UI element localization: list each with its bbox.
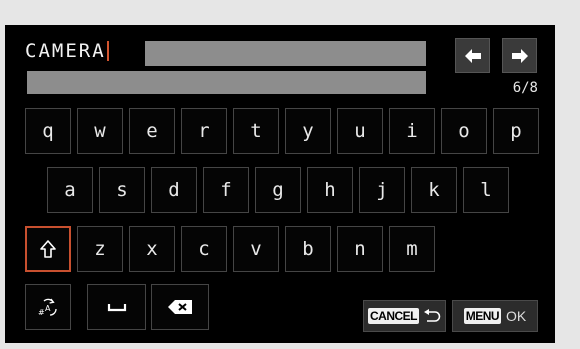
page-indicator: 6/8 xyxy=(512,80,538,96)
key-q[interactable]: q xyxy=(25,108,71,154)
key-z[interactable]: z xyxy=(77,226,123,272)
key-f[interactable]: f xyxy=(203,167,249,213)
key-w[interactable]: w xyxy=(77,108,123,154)
key-n[interactable]: n xyxy=(337,226,383,272)
arrow-left-icon xyxy=(464,48,481,63)
shift-key[interactable] xyxy=(25,226,71,272)
key-u[interactable]: u xyxy=(337,108,383,154)
svg-text:A: A xyxy=(45,304,51,313)
return-arrow-icon xyxy=(424,309,441,322)
key-d[interactable]: d xyxy=(151,167,197,213)
svg-text:#: # xyxy=(38,308,45,317)
backspace-key[interactable] xyxy=(151,284,209,330)
cursor-right-button[interactable] xyxy=(502,38,537,73)
key-c[interactable]: c xyxy=(181,226,227,272)
key-p[interactable]: p xyxy=(493,108,539,154)
text-field-bar-line1 xyxy=(145,41,426,66)
key-m[interactable]: m xyxy=(389,226,435,272)
key-y[interactable]: y xyxy=(285,108,331,154)
key-x[interactable]: x xyxy=(129,226,175,272)
key-t[interactable]: t xyxy=(233,108,279,154)
key-r[interactable]: r xyxy=(181,108,227,154)
ok-label: OK xyxy=(506,308,527,324)
key-k[interactable]: k xyxy=(411,167,457,213)
arrow-right-icon xyxy=(511,48,528,63)
menu-label: MENU xyxy=(463,308,502,324)
key-l[interactable]: l xyxy=(463,167,509,213)
character-set-icon: # A xyxy=(38,298,57,317)
space-bar-icon xyxy=(107,304,126,312)
text-cursor xyxy=(106,41,109,61)
cancel-button[interactable]: CANCEL xyxy=(363,300,446,332)
text-field-bar-line2 xyxy=(27,71,426,94)
key-o[interactable]: o xyxy=(441,108,487,154)
cancel-label: CANCEL xyxy=(368,308,419,324)
character-set-key[interactable]: # A xyxy=(25,284,71,330)
key-a[interactable]: a xyxy=(47,167,93,213)
cursor-left-button[interactable] xyxy=(455,38,490,73)
shift-arrow-icon xyxy=(40,240,56,258)
key-h[interactable]: h xyxy=(307,167,353,213)
camera-screen: CAMERA 6/8 q w e r t y u i o p a s d f g… xyxy=(5,25,555,343)
key-i[interactable]: i xyxy=(389,108,435,154)
key-b[interactable]: b xyxy=(285,226,331,272)
key-e[interactable]: e xyxy=(129,108,175,154)
key-v[interactable]: v xyxy=(233,226,279,272)
backspace-icon xyxy=(168,300,192,314)
text-input-field[interactable]: CAMERA xyxy=(25,38,125,64)
key-g[interactable]: g xyxy=(255,167,301,213)
space-key[interactable] xyxy=(87,284,146,330)
menu-ok-button[interactable]: MENU OK xyxy=(452,300,538,332)
input-value: CAMERA xyxy=(25,40,106,62)
key-s[interactable]: s xyxy=(99,167,145,213)
key-j[interactable]: j xyxy=(359,167,405,213)
